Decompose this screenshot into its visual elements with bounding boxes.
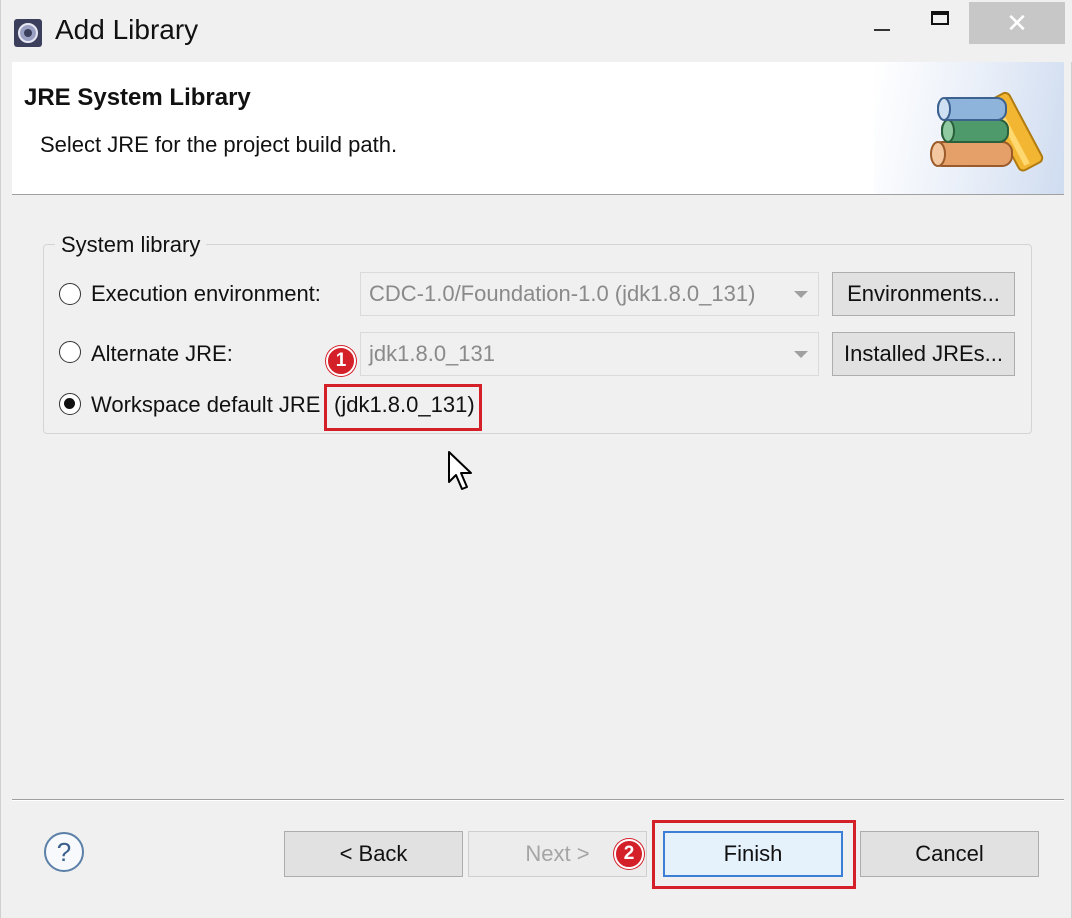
alternate-jre-value: jdk1.8.0_131 [369,341,495,366]
chevron-down-icon [794,291,808,298]
chevron-down-icon [794,351,808,358]
library-books-icon [930,91,1044,172]
callout-badge-2: 2 [614,839,644,869]
add-library-dialog: Add Library ✕ JRE System Library Select … [0,0,1072,918]
wizard-banner: JRE System Library Select JRE for the pr… [12,62,1064,195]
close-icon: ✕ [1006,7,1028,38]
execution-environment-combo[interactable]: CDC-1.0/Foundation-1.0 (jdk1.8.0_131) [360,272,819,316]
minimize-icon [874,29,890,31]
environments-button[interactable]: Environments... [832,272,1015,316]
alternate-jre-label: Alternate JRE: [91,341,233,366]
system-library-group-label: System library [55,232,207,258]
maximize-icon [931,11,949,25]
minimize-button[interactable] [853,2,911,44]
execution-environment-value: CDC-1.0/Foundation-1.0 (jdk1.8.0_131) [369,281,756,306]
highlight-box-jre-version [324,384,482,431]
alternate-jre-radio[interactable] [59,341,81,363]
page-description: Select JRE for the project build path. [40,132,398,157]
alternate-jre-combo[interactable]: jdk1.8.0_131 [360,332,819,376]
workspace-default-jre-label: Workspace default JRE [91,392,321,417]
mouse-cursor-icon [448,451,472,490]
installed-jres-button[interactable]: Installed JREs... [832,332,1015,376]
eclipse-app-icon [14,19,42,47]
title-bar: Add Library ✕ [1,0,1072,62]
page-title: JRE System Library [24,84,251,111]
callout-badge-1: 1 [326,346,356,376]
execution-environment-radio[interactable] [59,283,81,305]
maximize-button[interactable] [911,2,969,44]
footer-separator [12,799,1064,801]
back-button[interactable]: < Back [284,831,463,877]
close-button[interactable]: ✕ [969,2,1065,44]
help-icon[interactable]: ? [44,832,84,872]
cancel-button[interactable]: Cancel [860,831,1039,877]
highlight-box-finish [652,820,856,889]
workspace-default-jre-radio[interactable] [59,393,81,415]
window-title: Add Library [55,14,199,45]
execution-environment-label: Execution environment: [91,281,321,306]
